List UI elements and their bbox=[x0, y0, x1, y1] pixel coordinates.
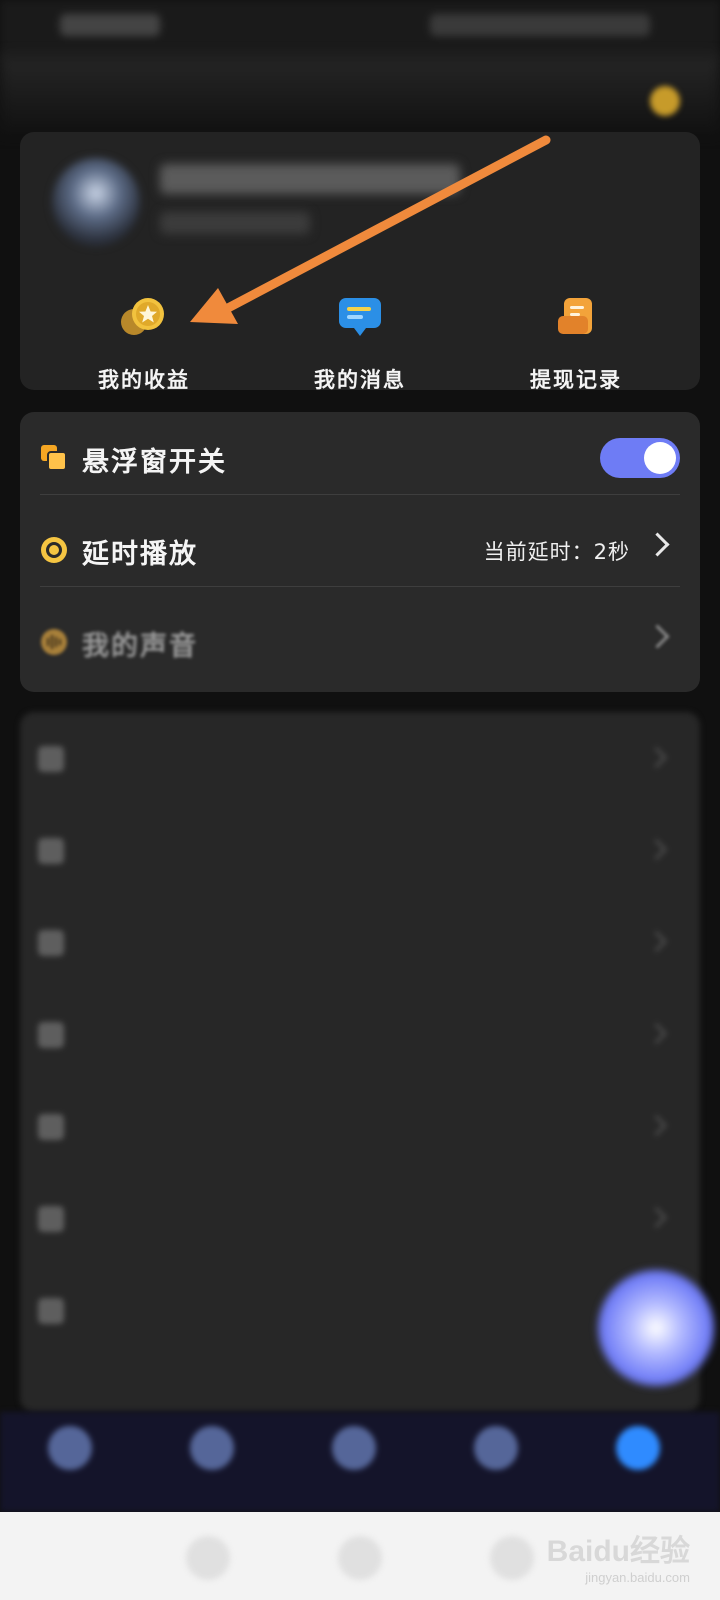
recents-button[interactable] bbox=[490, 1536, 534, 1580]
list-item-icon bbox=[38, 1206, 64, 1232]
user-id-blurred bbox=[160, 212, 310, 234]
tab-4[interactable] bbox=[446, 1426, 546, 1508]
chevron-right-icon bbox=[645, 930, 668, 953]
settings-card: 悬浮窗开关 延时播放 当前延时：2秒 我的声音 bbox=[20, 412, 700, 692]
delay-value: 当前延时：2秒 bbox=[483, 540, 630, 564]
list-item-icon bbox=[38, 930, 64, 956]
system-navigation-bar: Baidu经验 jingyan.baidu.com bbox=[0, 1512, 720, 1600]
profile-card: 我的收益 我的消息 提现记录 bbox=[20, 132, 700, 390]
timer-icon bbox=[41, 537, 67, 563]
watermark-url: jingyan.baidu.com bbox=[585, 1570, 690, 1585]
tab-icon bbox=[190, 1426, 234, 1470]
message-icon bbox=[339, 298, 381, 336]
chevron-right-icon bbox=[645, 1022, 668, 1045]
delay-play-label: 延时播放 bbox=[82, 539, 198, 570]
watermark-logo: Baidu经验 bbox=[546, 1535, 690, 1568]
tab-1[interactable] bbox=[20, 1426, 120, 1508]
quick-action-messages[interactable]: 我的消息 bbox=[260, 292, 460, 390]
floating-action-button[interactable] bbox=[598, 1270, 714, 1386]
header-background bbox=[0, 55, 720, 135]
tab-icon bbox=[48, 1426, 92, 1470]
tab-icon bbox=[616, 1426, 660, 1470]
home-button[interactable] bbox=[338, 1536, 382, 1580]
floating-window-row[interactable]: 悬浮窗开关 bbox=[20, 412, 700, 504]
chevron-right-icon bbox=[645, 1114, 668, 1137]
divider bbox=[40, 494, 680, 495]
list-item[interactable] bbox=[20, 896, 700, 990]
tab-3[interactable] bbox=[304, 1426, 404, 1508]
list-item-icon bbox=[38, 1022, 64, 1048]
quick-action-earnings[interactable]: 我的收益 bbox=[44, 292, 244, 390]
chevron-right-icon bbox=[645, 838, 668, 861]
list-item-icon bbox=[38, 1114, 64, 1140]
chevron-right-icon bbox=[645, 1206, 668, 1229]
chevron-right-icon bbox=[645, 624, 670, 649]
avatar[interactable] bbox=[52, 158, 140, 246]
floating-window-toggle[interactable] bbox=[600, 438, 680, 478]
floating-window-label: 悬浮窗开关 bbox=[82, 447, 227, 478]
more-settings-list-blurred bbox=[20, 712, 700, 1412]
quick-action-label: 我的消息 bbox=[314, 368, 406, 390]
tab-icon bbox=[474, 1426, 518, 1470]
chevron-right-icon bbox=[645, 746, 668, 769]
list-item[interactable] bbox=[20, 1080, 700, 1174]
list-item-icon bbox=[38, 746, 64, 772]
delay-play-row[interactable]: 延时播放 当前延时：2秒 bbox=[20, 504, 700, 596]
status-left-indicators bbox=[60, 14, 160, 36]
list-item[interactable] bbox=[20, 988, 700, 1082]
status-right-indicators bbox=[430, 14, 650, 36]
list-item[interactable] bbox=[20, 712, 700, 806]
back-button[interactable] bbox=[186, 1536, 230, 1580]
chevron-right-icon bbox=[645, 532, 670, 557]
list-item-icon bbox=[38, 838, 64, 864]
list-item[interactable] bbox=[20, 804, 700, 898]
status-bar bbox=[0, 0, 720, 60]
list-item[interactable] bbox=[20, 1172, 700, 1266]
watermark: Baidu经验 jingyan.baidu.com bbox=[547, 1526, 690, 1585]
tab-profile[interactable] bbox=[588, 1426, 688, 1508]
tab-2[interactable] bbox=[162, 1426, 262, 1508]
tab-icon bbox=[332, 1426, 376, 1470]
my-voice-row[interactable]: 我的声音 bbox=[20, 596, 700, 688]
quick-action-withdraw-records[interactable]: 提现记录 bbox=[476, 292, 676, 390]
list-item-icon bbox=[38, 1298, 64, 1324]
list-item[interactable] bbox=[20, 1264, 700, 1358]
coin-icon[interactable] bbox=[650, 86, 680, 116]
toggle-knob bbox=[644, 442, 676, 474]
quick-action-label: 提现记录 bbox=[530, 368, 622, 390]
quick-action-label: 我的收益 bbox=[98, 368, 190, 390]
user-name-blurred bbox=[160, 164, 460, 194]
voice-icon bbox=[41, 629, 67, 655]
my-voice-label: 我的声音 bbox=[82, 631, 198, 662]
bottom-tab-bar bbox=[0, 1412, 720, 1512]
coin-star-icon bbox=[121, 298, 164, 335]
divider bbox=[40, 586, 680, 587]
record-icon bbox=[558, 298, 592, 334]
floating-window-icon bbox=[41, 445, 67, 471]
